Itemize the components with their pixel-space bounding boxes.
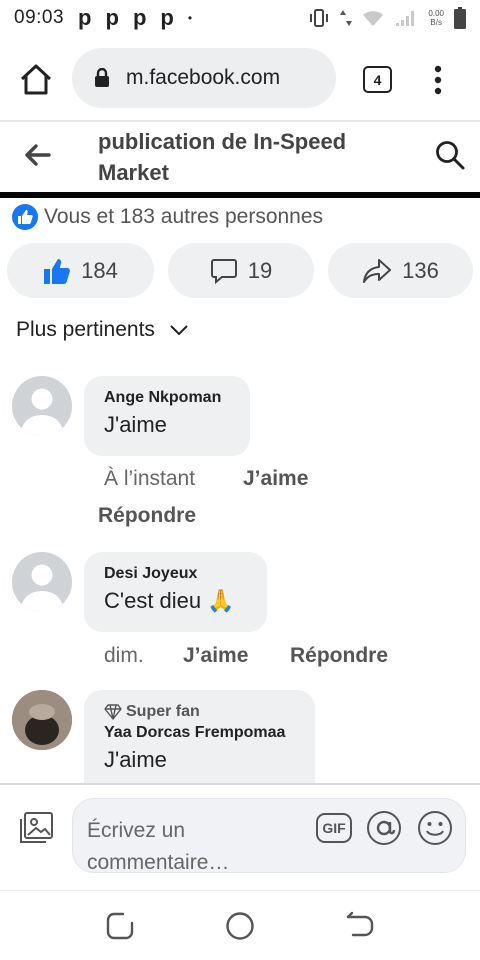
comment-bubble: Ange Nkpoman J'aime [84,376,250,456]
avatar[interactable] [12,552,72,612]
default-avatar-icon [20,564,64,612]
search-icon[interactable] [434,139,466,171]
notification-icon: p [105,5,119,30]
gif-label: GIF [322,820,346,836]
like-reaction-icon [12,204,38,230]
vibrate-icon [310,9,329,27]
share-icon [363,258,392,283]
mention-icon[interactable] [366,810,402,846]
header-divider [0,192,480,198]
thumbs-up-icon [44,258,71,284]
comment-like-link[interactable]: J’aime [243,467,308,491]
signal-icon [396,11,415,26]
comment-reply-link[interactable]: Répondre [290,644,388,668]
share-count: 136 [402,257,439,283]
profile-photo-icon [12,690,72,750]
super-fan-label: Super fan [126,703,200,720]
system-nav-bar [0,890,480,960]
gif-button[interactable]: GIF [316,813,352,843]
comment-author[interactable]: Yaa Dorcas Frempomaa [104,723,295,743]
reactions-summary-text: Vous et 183 autres personnes [44,205,324,228]
back-arrow-icon[interactable] [22,140,52,170]
home-icon[interactable] [18,62,54,98]
back-button-icon[interactable] [345,911,375,941]
comment-text: C'est dieu 🙏 [104,588,235,613]
comment-input[interactable]: Écrivez un commentaire… [72,798,466,874]
page-header: publication de In-Speed Market [0,122,480,194]
data-arrows-icon [340,10,353,26]
page-title: publication de In-Speed Market [98,126,388,188]
notification-icon: p [132,5,147,30]
tab-switcher-button[interactable]: 4 [363,66,392,93]
comment-input-placeholder: Écrivez un commentaire… [87,819,230,874]
emoji-icon[interactable] [417,810,453,846]
diamond-icon [104,704,122,720]
page-title-line: Market [98,160,169,185]
comment-like-link[interactable]: J’aime [183,644,248,668]
browser-toolbar: m.facebook.com 4 [0,36,480,120]
network-speed-value: 0.00 [428,9,444,18]
avatar[interactable] [12,690,72,750]
like-button[interactable]: 184 [7,243,154,298]
network-speed-unit: B/s [430,18,442,27]
lock-icon [95,68,109,87]
status-bar: 09:03 p p p p • 0.00 B/s [0,0,480,36]
comment-text: J'aime [104,747,167,772]
home-button-icon[interactable] [225,911,255,941]
clock: 09:03 [14,7,65,28]
comment-sort-dropdown[interactable]: Plus pertinents [16,318,189,342]
default-avatar-icon [20,388,64,436]
avatar[interactable] [12,376,72,436]
comment-count: 19 [247,257,273,283]
photo-icon[interactable] [18,811,54,845]
comment-reply-link[interactable]: Répondre [98,504,196,528]
comment-icon [210,258,237,284]
comment-timestamp: À l’instant [104,467,196,490]
notification-icon: p [78,5,92,30]
more-notifications-dot: • [187,11,193,25]
url-text: m.facebook.com [126,66,281,89]
comment-button[interactable]: 19 [168,243,314,298]
recents-icon[interactable] [105,911,135,941]
chevron-down-icon [170,325,188,336]
comment-timestamp: dim. [104,644,144,667]
address-bar[interactable]: m.facebook.com [72,48,336,108]
wifi-icon [363,11,384,26]
comment-bubble: Desi Joyeux C'est dieu 🙏 [84,552,267,632]
comment-author[interactable]: Ange Nkpoman [104,388,230,408]
overflow-menu-icon[interactable] [428,64,448,96]
super-fan-badge: Super fan [104,702,295,722]
tab-count: 4 [373,71,382,88]
share-button[interactable]: 136 [328,243,473,298]
battery-icon [454,7,466,29]
comment-bubble: Super fan Yaa Dorcas Frempomaa J'aime [84,690,315,784]
page-title-line: publication de In-Speed [98,129,347,154]
comment-author[interactable]: Desi Joyeux [104,564,247,584]
comment-composer: Écrivez un commentaire… GIF [0,785,480,888]
notification-icon: p [160,5,174,30]
like-count: 184 [81,257,118,283]
network-speed: 0.00 B/s [428,9,444,27]
sort-label: Plus pertinents [16,318,155,341]
comment-text: J'aime [104,412,167,437]
reactions-summary[interactable]: Vous et 183 autres personnes [12,204,323,230]
